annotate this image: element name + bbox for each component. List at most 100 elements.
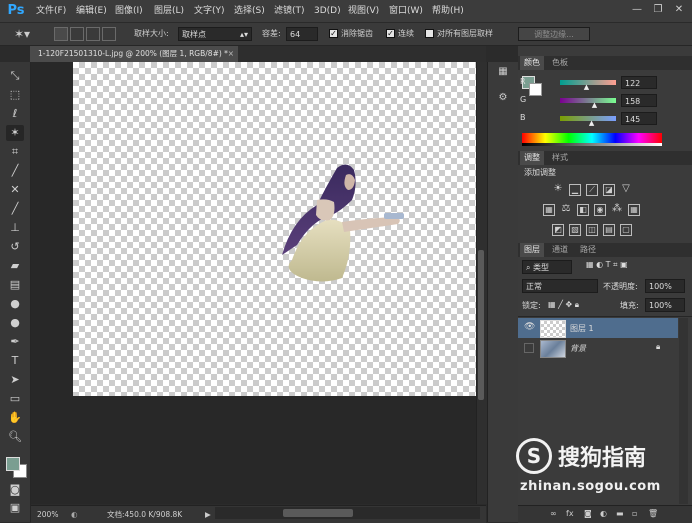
channel-mixer-icon[interactable]: ⁂	[611, 204, 623, 216]
menu-layer[interactable]: 图层(L)	[154, 0, 184, 22]
layers-scrollbar[interactable]	[679, 318, 688, 504]
link-layers-icon[interactable]: ∞	[550, 509, 557, 518]
color-spectrum-bar[interactable]	[522, 133, 662, 143]
slider-thumb[interactable]: ▲	[592, 101, 597, 109]
blend-mode-select[interactable]: 正常	[522, 279, 598, 293]
horizontal-scroll-thumb[interactable]	[283, 509, 353, 517]
layer-name[interactable]: 图层 1	[570, 323, 594, 334]
new-selection-icon[interactable]	[54, 27, 68, 41]
lasso-tool-icon[interactable]: ℓ	[6, 106, 24, 122]
history-brush-icon[interactable]: ↺	[6, 239, 24, 255]
posterize-icon[interactable]: ▧	[569, 224, 581, 236]
layer-filter-icons[interactable]: ▦ ◐ T ⌗ ▣	[586, 260, 628, 270]
tab-swatches[interactable]: 色板	[548, 56, 572, 70]
lock-icons[interactable]: ▦ ╱ ✥ 🔒︎	[548, 300, 579, 310]
properties-panel-icon[interactable]: ⚙	[496, 92, 510, 106]
document-tab[interactable]: 1-120F21501310-L.jpg @ 200% (图层 1, RGB/8…	[30, 46, 238, 62]
eye-icon[interactable]: 👁︎	[524, 322, 535, 332]
eraser-tool-icon[interactable]: ▰	[6, 258, 24, 274]
layer-style-icon[interactable]: fx	[566, 509, 574, 518]
menu-help[interactable]: 帮助(H)	[432, 0, 464, 22]
brush-tool-icon[interactable]: ╱	[6, 201, 24, 217]
black-white-icon[interactable]: ◧	[577, 204, 589, 216]
slider-thumb[interactable]: ▲	[589, 119, 594, 127]
zoom-level[interactable]: 200%	[37, 506, 58, 523]
channel-g-value[interactable]: 158	[621, 94, 657, 107]
zoom-tool-icon[interactable]: 🔍︎	[6, 429, 24, 445]
menu-view[interactable]: 视图(V)	[348, 0, 379, 22]
tab-color[interactable]: 颜色	[520, 56, 544, 70]
intersect-selection-icon[interactable]	[102, 27, 116, 41]
all-layers-checkbox[interactable]	[425, 29, 434, 38]
selective-color-icon[interactable]: ▢	[620, 224, 632, 236]
layer-filter-select[interactable]: ⌕ 类型	[522, 260, 572, 274]
delete-layer-icon[interactable]: 🗑︎	[648, 509, 658, 518]
tab-adjustments[interactable]: 调整	[520, 151, 544, 165]
menu-window[interactable]: 窗口(W)	[389, 0, 423, 22]
vibrance-icon[interactable]: ▽	[620, 184, 632, 196]
status-info-icon[interactable]: ◐	[71, 506, 78, 523]
move-tool-icon[interactable]: ⤡	[6, 68, 24, 84]
tab-layers[interactable]: 图层	[520, 243, 544, 257]
layer-mask-icon[interactable]: ◙	[584, 509, 592, 518]
magic-wand-preset-icon[interactable]: ✶▾	[14, 23, 30, 45]
color-balance-icon[interactable]: ⚖	[560, 204, 572, 216]
slider-thumb[interactable]: ▲	[584, 83, 589, 91]
hue-saturation-icon[interactable]: ▦	[543, 204, 555, 216]
magic-wand-tool-icon[interactable]: ✶	[6, 125, 24, 141]
levels-icon[interactable]: ▁	[569, 184, 581, 196]
tab-channels[interactable]: 通道	[548, 243, 572, 257]
brightness-icon[interactable]: ☀	[552, 184, 564, 196]
new-group-icon[interactable]: ▬	[616, 509, 624, 518]
type-tool-icon[interactable]: T	[6, 353, 24, 369]
tab-styles[interactable]: 样式	[548, 151, 572, 165]
pen-tool-icon[interactable]: ✒	[6, 334, 24, 350]
curves-icon[interactable]: ⟋	[586, 184, 598, 196]
layer-name[interactable]: 背景	[570, 343, 586, 354]
refine-edge-button[interactable]: 调整边缘...	[518, 27, 590, 41]
fill-input[interactable]: 100%	[645, 298, 685, 312]
menu-filter[interactable]: 滤镜(T)	[274, 0, 305, 22]
hand-tool-icon[interactable]: ✋	[6, 410, 24, 426]
photo-filter-icon[interactable]: ◉	[594, 204, 606, 216]
crop-tool-icon[interactable]: ⌗	[6, 144, 24, 160]
quick-mask-icon[interactable]: ◙	[6, 482, 24, 498]
grayscale-ramp[interactable]	[522, 143, 662, 146]
opacity-input[interactable]: 100%	[645, 279, 685, 293]
gradient-tool-icon[interactable]: ▤	[6, 277, 24, 293]
gradient-map-icon[interactable]: ▤	[603, 224, 615, 236]
history-panel-icon[interactable]: ▦	[496, 66, 510, 80]
invert-icon[interactable]: ◩	[552, 224, 564, 236]
new-layer-icon[interactable]: ▫	[632, 509, 637, 518]
menu-image[interactable]: 图像(I)	[115, 0, 143, 22]
marquee-tool-icon[interactable]: ⬚	[6, 87, 24, 103]
color-lookup-icon[interactable]: ▦	[628, 204, 640, 216]
menu-3d[interactable]: 3D(D)	[314, 0, 341, 22]
close-icon[interactable]: ✕	[669, 2, 689, 18]
close-tab-icon[interactable]: ×	[228, 46, 234, 62]
sample-size-select[interactable]: 取样点 ▴▾	[178, 27, 252, 41]
eyedropper-tool-icon[interactable]: ╱	[6, 163, 24, 179]
antialias-checkbox[interactable]: ✓	[329, 29, 338, 38]
restore-icon[interactable]: ❐	[648, 2, 668, 18]
vertical-scroll-thumb[interactable]	[478, 250, 484, 400]
channel-g-slider[interactable]	[560, 98, 616, 103]
foreground-color-swatch[interactable]	[6, 457, 20, 471]
healing-brush-icon[interactable]: ✕	[6, 182, 24, 198]
exposure-icon[interactable]: ◪	[603, 184, 615, 196]
contiguous-checkbox[interactable]: ✓	[386, 29, 395, 38]
adjustment-layer-icon[interactable]: ◐	[600, 509, 607, 518]
clone-stamp-icon[interactable]: ⊥	[6, 220, 24, 236]
minimize-icon[interactable]: —	[627, 2, 647, 18]
layer-row[interactable]: 👁︎ 图层 1	[518, 318, 678, 338]
add-to-selection-icon[interactable]	[70, 27, 84, 41]
menu-file[interactable]: 文件(F)	[36, 0, 66, 22]
blur-tool-icon[interactable]: ●	[6, 296, 24, 312]
shape-tool-icon[interactable]: ▭	[6, 391, 24, 407]
status-menu-arrow-icon[interactable]: ▶	[205, 506, 211, 523]
channel-b-value[interactable]: 145	[621, 112, 657, 125]
menu-edit[interactable]: 编辑(E)	[76, 0, 107, 22]
dodge-tool-icon[interactable]: ●	[6, 315, 24, 331]
screen-mode-icon[interactable]: ▣	[6, 500, 24, 516]
menu-type[interactable]: 文字(Y)	[194, 0, 225, 22]
